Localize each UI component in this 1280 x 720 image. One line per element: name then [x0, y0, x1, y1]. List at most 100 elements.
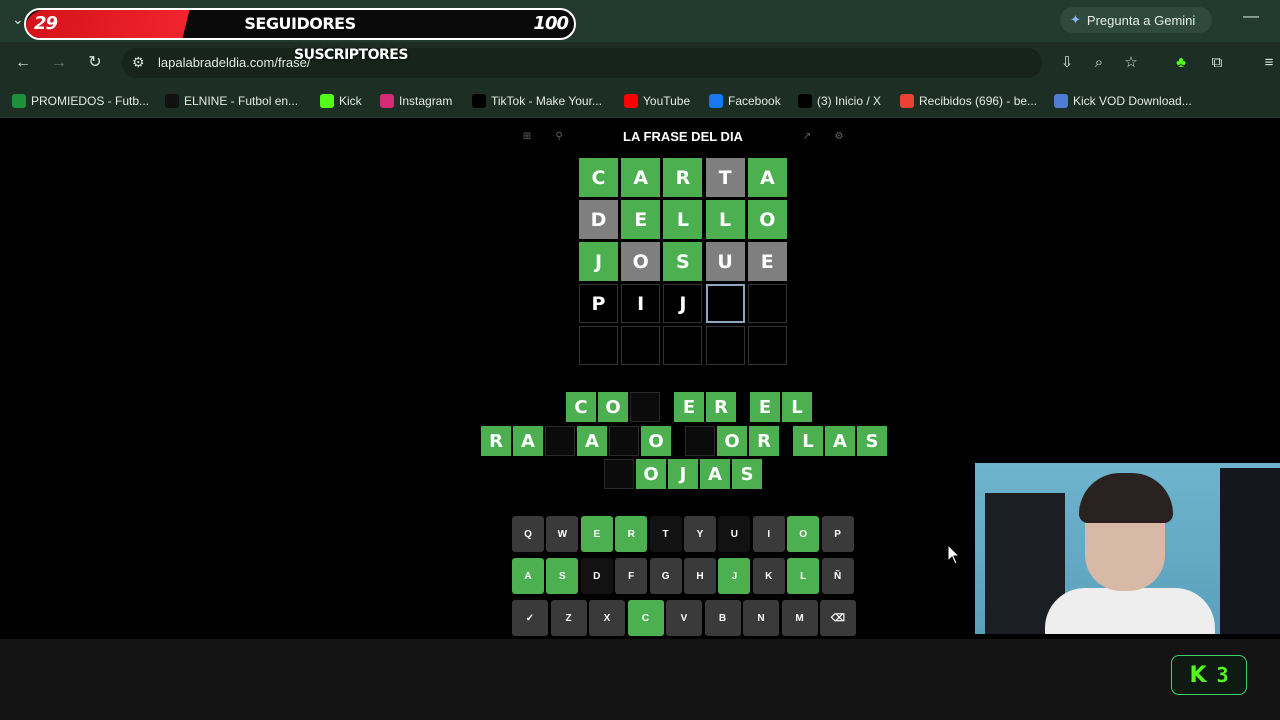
- key-s[interactable]: S: [546, 558, 579, 594]
- key-u[interactable]: U: [718, 516, 751, 552]
- bookmark-kickvod[interactable]: Kick VOD Download...: [1054, 92, 1192, 110]
- extension-clover-icon[interactable]: ♣: [1170, 52, 1192, 74]
- key-enye[interactable]: Ñ: [821, 558, 854, 594]
- guess-tile: P: [579, 284, 618, 323]
- bookmark-tiktok[interactable]: TikTok - Make Your...: [472, 92, 602, 110]
- phrase-tile: S: [732, 459, 762, 489]
- key-b[interactable]: B: [704, 600, 741, 636]
- phrase-tile: J: [668, 459, 698, 489]
- key-x[interactable]: X: [589, 600, 625, 636]
- backspace-key[interactable]: ⌫: [820, 600, 856, 636]
- key-z[interactable]: Z: [550, 600, 587, 636]
- key-q[interactable]: Q: [512, 516, 544, 552]
- guess-tile: T: [705, 158, 745, 197]
- key-d[interactable]: D: [580, 558, 613, 594]
- phrase-tile: C: [566, 392, 596, 422]
- follower-goal-target: 100: [533, 13, 569, 34]
- elnine-icon: [165, 94, 179, 108]
- phrase-tile: R: [481, 426, 511, 456]
- bookmark-instagram[interactable]: Instagram: [380, 92, 452, 110]
- key-v[interactable]: V: [666, 600, 702, 636]
- key-t[interactable]: T: [649, 516, 682, 552]
- guess-tile: [579, 326, 618, 365]
- key-i[interactable]: I: [752, 516, 785, 552]
- key-r[interactable]: R: [615, 516, 648, 552]
- phrase-tile: L: [782, 392, 812, 422]
- key-l[interactable]: L: [787, 558, 820, 594]
- phrase-tile: [630, 392, 660, 422]
- guess-tile: A: [621, 158, 661, 197]
- key-f[interactable]: F: [615, 558, 648, 594]
- bookmark-star-icon[interactable]: ☆: [1120, 52, 1142, 74]
- bookmark-label: ELNINE - Futbol en...: [184, 94, 299, 108]
- guess-tile: U: [705, 242, 745, 281]
- reading-list-icon[interactable]: ≡: [1258, 52, 1280, 74]
- promiedos-icon: [12, 94, 26, 108]
- bookmark-label: Kick: [339, 94, 362, 108]
- enter-key[interactable]: ✓: [512, 600, 548, 636]
- extensions-puzzle-icon[interactable]: ⧉: [1206, 52, 1228, 74]
- kick-logo-icon: K: [1189, 662, 1207, 688]
- guess-tile: [663, 326, 703, 365]
- key-a[interactable]: A: [512, 558, 544, 594]
- address-bar-url[interactable]: lapalabradeldia.com/frase/: [158, 55, 310, 70]
- address-bar[interactable]: ⚙ lapalabradeldia.com/frase/: [122, 48, 1042, 78]
- phrase-tile: [604, 459, 634, 489]
- key-k[interactable]: K: [752, 558, 785, 594]
- guess-tile: [621, 326, 661, 365]
- kickvod-icon: [1054, 94, 1068, 108]
- minimize-window-button[interactable]: —: [1240, 8, 1262, 30]
- bookmark-gmail[interactable]: Recibidos (696) - be...: [900, 92, 1037, 110]
- guess-tile: I: [621, 284, 661, 323]
- bookmark-kick[interactable]: Kick: [320, 92, 362, 110]
- key-c[interactable]: C: [627, 600, 664, 636]
- desktop-background: [0, 639, 1280, 720]
- kick-icon: [320, 94, 334, 108]
- bookmark-label: Kick VOD Download...: [1073, 94, 1192, 108]
- bookmark-facebook[interactable]: Facebook: [709, 92, 781, 110]
- bookmark-label: YouTube: [643, 94, 691, 108]
- gemini-button[interactable]: ✦ Pregunta a Gemini: [1060, 7, 1212, 33]
- phrase-tile: [685, 426, 715, 456]
- key-e[interactable]: E: [580, 516, 613, 552]
- key-j[interactable]: J: [718, 558, 751, 594]
- key-h[interactable]: H: [684, 558, 716, 594]
- phrase-tile: R: [749, 426, 779, 456]
- bookmark-elnine[interactable]: ELNINE - Futbol en...: [165, 92, 298, 110]
- reload-button[interactable]: ↻: [84, 52, 106, 74]
- install-app-icon[interactable]: ⇩: [1056, 52, 1078, 74]
- key-g[interactable]: G: [649, 558, 682, 594]
- phrase-tile: A: [577, 426, 607, 456]
- bookmark-label: PROMIEDOS - Futb...: [31, 94, 150, 108]
- help-icon[interactable]: ⊞: [520, 130, 534, 144]
- subscribers-overlay-label: SUSCRIPTORES: [294, 47, 408, 63]
- webcam-person-shirt: [1045, 588, 1215, 634]
- key-y[interactable]: Y: [684, 516, 716, 552]
- tab-search-chevron-icon[interactable]: ⌄: [12, 11, 24, 28]
- settings-icon[interactable]: ⚙: [832, 130, 846, 144]
- key-w[interactable]: W: [546, 516, 579, 552]
- stats-icon[interactable]: ↗: [800, 130, 814, 144]
- phrase-tile: [545, 426, 575, 456]
- bookmark-youtube[interactable]: YouTube: [624, 92, 690, 110]
- site-info-icon[interactable]: ⚙: [132, 54, 145, 71]
- zoom-icon[interactable]: ⌕: [1088, 52, 1110, 74]
- key-o[interactable]: O: [787, 516, 820, 552]
- key-n[interactable]: N: [743, 600, 779, 636]
- guess-tile: R: [663, 158, 703, 197]
- guess-tile: J: [663, 284, 703, 323]
- forward-button[interactable]: →: [48, 52, 70, 74]
- game-title: LA FRASE DEL DIA: [623, 129, 743, 144]
- key-m[interactable]: M: [781, 600, 818, 636]
- bookmark-promiedos[interactable]: PROMIEDOS - Futb...: [12, 92, 149, 110]
- bookmark-x[interactable]: (3) Inicio / X: [798, 92, 881, 110]
- guess-tile: L: [705, 200, 745, 239]
- phrase-tile: [609, 426, 639, 456]
- phrase-tile: S: [857, 426, 887, 456]
- key-p[interactable]: P: [821, 516, 854, 552]
- webcam-curtain: [1220, 468, 1280, 634]
- phrase-tile: O: [641, 426, 671, 456]
- bookmark-label: Recibidos (696) - be...: [919, 94, 1038, 108]
- phrase-tile: A: [825, 426, 855, 456]
- back-button[interactable]: ←: [12, 52, 34, 74]
